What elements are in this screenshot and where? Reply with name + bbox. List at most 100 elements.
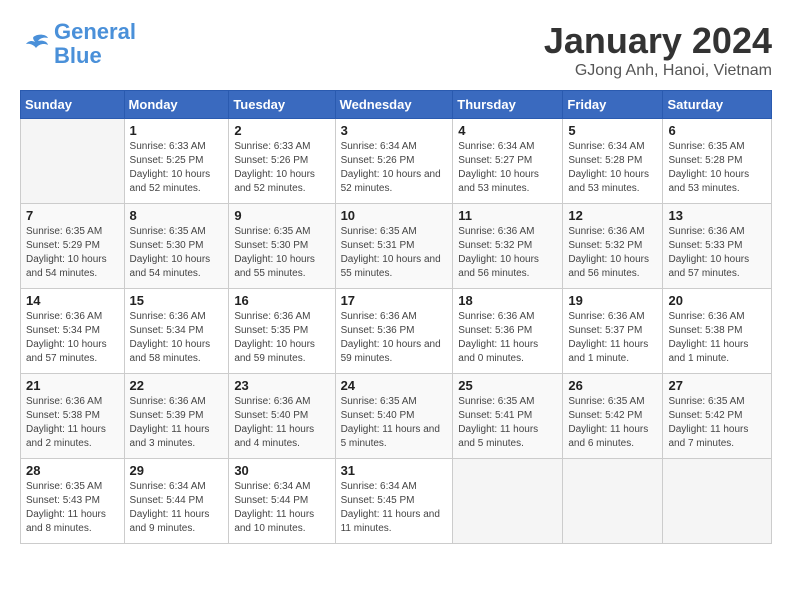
calendar-cell <box>663 459 772 544</box>
day-number: 23 <box>234 378 329 393</box>
day-number: 7 <box>26 208 119 223</box>
day-number: 15 <box>130 293 224 308</box>
calendar-cell: 1 Sunrise: 6:33 AMSunset: 5:25 PMDaylight… <box>124 119 229 204</box>
calendar-cell: 29 Sunrise: 6:34 AMSunset: 5:44 PMDayligh… <box>124 459 229 544</box>
day-number: 1 <box>130 123 224 138</box>
calendar-cell: 5 Sunrise: 6:34 AMSunset: 5:28 PMDaylight… <box>563 119 663 204</box>
day-detail: Sunrise: 6:35 AMSunset: 5:30 PMDaylight:… <box>234 225 329 281</box>
calendar-cell: 14 Sunrise: 6:36 AMSunset: 5:34 PMDayligh… <box>21 289 125 374</box>
day-number: 18 <box>458 293 557 308</box>
calendar-cell: 8Sunrise: 6:35 AMSunset: 5:30 PMDaylight… <box>124 204 229 289</box>
day-detail: Sunrise: 6:35 AMSunset: 5:30 PMDaylight:… <box>130 225 224 281</box>
calendar-cell: 16 Sunrise: 6:36 AMSunset: 5:35 PMDayligh… <box>229 289 335 374</box>
day-number: 31 <box>341 463 448 478</box>
calendar-cell: 4 Sunrise: 6:34 AMSunset: 5:27 PMDaylight… <box>453 119 563 204</box>
day-detail: Sunrise: 6:35 AMSunset: 5:42 PMDaylight:… <box>668 395 766 451</box>
day-detail: Sunrise: 6:36 AMSunset: 5:34 PMDaylight:… <box>26 310 119 366</box>
calendar-cell: 25Sunrise: 6:35 AMSunset: 5:41 PMDayligh… <box>453 374 563 459</box>
calendar-cell <box>563 459 663 544</box>
calendar-week-row: 1 Sunrise: 6:33 AMSunset: 5:25 PMDaylight… <box>21 119 772 204</box>
weekday-header: Saturday <box>663 91 772 119</box>
day-detail: Sunrise: 6:34 AMSunset: 5:26 PMDaylight:… <box>341 140 448 196</box>
calendar-cell: 3 Sunrise: 6:34 AMSunset: 5:26 PMDaylight… <box>335 119 453 204</box>
day-detail: Sunrise: 6:34 AMSunset: 5:44 PMDaylight:… <box>130 480 224 536</box>
logo-bird-icon <box>20 32 50 56</box>
day-number: 21 <box>26 378 119 393</box>
calendar-cell: 20 Sunrise: 6:36 AMSunset: 5:38 PMDayligh… <box>663 289 772 374</box>
day-detail: Sunrise: 6:36 AMSunset: 5:33 PMDaylight:… <box>668 225 766 281</box>
calendar-cell: 6Sunrise: 6:35 AMSunset: 5:28 PMDaylight… <box>663 119 772 204</box>
calendar-cell: 22 Sunrise: 6:36 AMSunset: 5:39 PMDayligh… <box>124 374 229 459</box>
day-detail: Sunrise: 6:34 AMSunset: 5:44 PMDaylight:… <box>234 480 329 536</box>
day-detail: Sunrise: 6:34 AMSunset: 5:27 PMDaylight:… <box>458 140 557 196</box>
calendar-cell: 9 Sunrise: 6:35 AMSunset: 5:30 PMDaylight… <box>229 204 335 289</box>
day-number: 29 <box>130 463 224 478</box>
weekday-header: Thursday <box>453 91 563 119</box>
day-detail: Sunrise: 6:36 AMSunset: 5:34 PMDaylight:… <box>130 310 224 366</box>
day-number: 2 <box>234 123 329 138</box>
day-number: 9 <box>234 208 329 223</box>
calendar-week-row: 28 Sunrise: 6:35 AMSunset: 5:43 PMDayligh… <box>21 459 772 544</box>
weekday-header: Monday <box>124 91 229 119</box>
weekday-header: Wednesday <box>335 91 453 119</box>
day-detail: Sunrise: 6:36 AMSunset: 5:36 PMDaylight:… <box>341 310 448 366</box>
day-number: 20 <box>668 293 766 308</box>
day-number: 5 <box>568 123 657 138</box>
day-number: 12 <box>568 208 657 223</box>
weekday-header: Sunday <box>21 91 125 119</box>
day-detail: Sunrise: 6:36 AMSunset: 5:37 PMDaylight:… <box>568 310 657 366</box>
day-detail: Sunrise: 6:35 AMSunset: 5:29 PMDaylight:… <box>26 225 119 281</box>
day-detail: Sunrise: 6:36 AMSunset: 5:32 PMDaylight:… <box>568 225 657 281</box>
day-number: 22 <box>130 378 224 393</box>
day-number: 11 <box>458 208 557 223</box>
day-detail: Sunrise: 6:36 AMSunset: 5:39 PMDaylight:… <box>130 395 224 451</box>
day-detail: Sunrise: 6:34 AMSunset: 5:28 PMDaylight:… <box>568 140 657 196</box>
day-number: 14 <box>26 293 119 308</box>
day-number: 24 <box>341 378 448 393</box>
calendar-cell: 27 Sunrise: 6:35 AMSunset: 5:42 PMDayligh… <box>663 374 772 459</box>
calendar-cell: 24 Sunrise: 6:35 AMSunset: 5:40 PMDayligh… <box>335 374 453 459</box>
calendar-cell: 12 Sunrise: 6:36 AMSunset: 5:32 PMDayligh… <box>563 204 663 289</box>
calendar-cell: 11Sunrise: 6:36 AMSunset: 5:32 PMDayligh… <box>453 204 563 289</box>
calendar-cell: 30 Sunrise: 6:34 AMSunset: 5:44 PMDayligh… <box>229 459 335 544</box>
weekday-header: Friday <box>563 91 663 119</box>
day-detail: Sunrise: 6:34 AMSunset: 5:45 PMDaylight:… <box>341 480 448 536</box>
day-number: 27 <box>668 378 766 393</box>
calendar-cell: 19Sunrise: 6:36 AMSunset: 5:37 PMDayligh… <box>563 289 663 374</box>
day-detail: Sunrise: 6:35 AMSunset: 5:31 PMDaylight:… <box>341 225 448 281</box>
day-detail: Sunrise: 6:36 AMSunset: 5:38 PMDaylight:… <box>26 395 119 451</box>
logo: General Blue <box>20 20 136 68</box>
day-detail: Sunrise: 6:35 AMSunset: 5:40 PMDaylight:… <box>341 395 448 451</box>
calendar-cell: 13 Sunrise: 6:36 AMSunset: 5:33 PMDayligh… <box>663 204 772 289</box>
day-number: 16 <box>234 293 329 308</box>
page-header: General Blue January 2024 GJong Anh, Han… <box>20 20 772 80</box>
day-number: 3 <box>341 123 448 138</box>
day-number: 4 <box>458 123 557 138</box>
weekday-header-row: SundayMondayTuesdayWednesdayThursdayFrid… <box>21 91 772 119</box>
calendar-cell: 7 Sunrise: 6:35 AMSunset: 5:29 PMDaylight… <box>21 204 125 289</box>
day-number: 30 <box>234 463 329 478</box>
day-detail: Sunrise: 6:33 AMSunset: 5:25 PMDaylight:… <box>130 140 224 196</box>
calendar-cell: 23 Sunrise: 6:36 AMSunset: 5:40 PMDayligh… <box>229 374 335 459</box>
day-detail: Sunrise: 6:35 AMSunset: 5:42 PMDaylight:… <box>568 395 657 451</box>
day-number: 10 <box>341 208 448 223</box>
calendar-week-row: 7 Sunrise: 6:35 AMSunset: 5:29 PMDaylight… <box>21 204 772 289</box>
calendar-cell: 2 Sunrise: 6:33 AMSunset: 5:26 PMDaylight… <box>229 119 335 204</box>
title-block: January 2024 GJong Anh, Hanoi, Vietnam <box>544 20 772 80</box>
day-detail: Sunrise: 6:35 AMSunset: 5:28 PMDaylight:… <box>668 140 766 196</box>
calendar-cell: 21 Sunrise: 6:36 AMSunset: 5:38 PMDayligh… <box>21 374 125 459</box>
page-title: January 2024 <box>544 20 772 62</box>
day-number: 28 <box>26 463 119 478</box>
calendar-table: SundayMondayTuesdayWednesdayThursdayFrid… <box>20 90 772 544</box>
day-number: 25 <box>458 378 557 393</box>
day-detail: Sunrise: 6:36 AMSunset: 5:40 PMDaylight:… <box>234 395 329 451</box>
calendar-cell: 31 Sunrise: 6:34 AMSunset: 5:45 PMDayligh… <box>335 459 453 544</box>
day-number: 13 <box>668 208 766 223</box>
page-subtitle: GJong Anh, Hanoi, Vietnam <box>544 62 772 80</box>
day-number: 17 <box>341 293 448 308</box>
day-detail: Sunrise: 6:36 AMSunset: 5:35 PMDaylight:… <box>234 310 329 366</box>
day-detail: Sunrise: 6:36 AMSunset: 5:38 PMDaylight:… <box>668 310 766 366</box>
day-detail: Sunrise: 6:35 AMSunset: 5:43 PMDaylight:… <box>26 480 119 536</box>
day-number: 26 <box>568 378 657 393</box>
day-detail: Sunrise: 6:33 AMSunset: 5:26 PMDaylight:… <box>234 140 329 196</box>
